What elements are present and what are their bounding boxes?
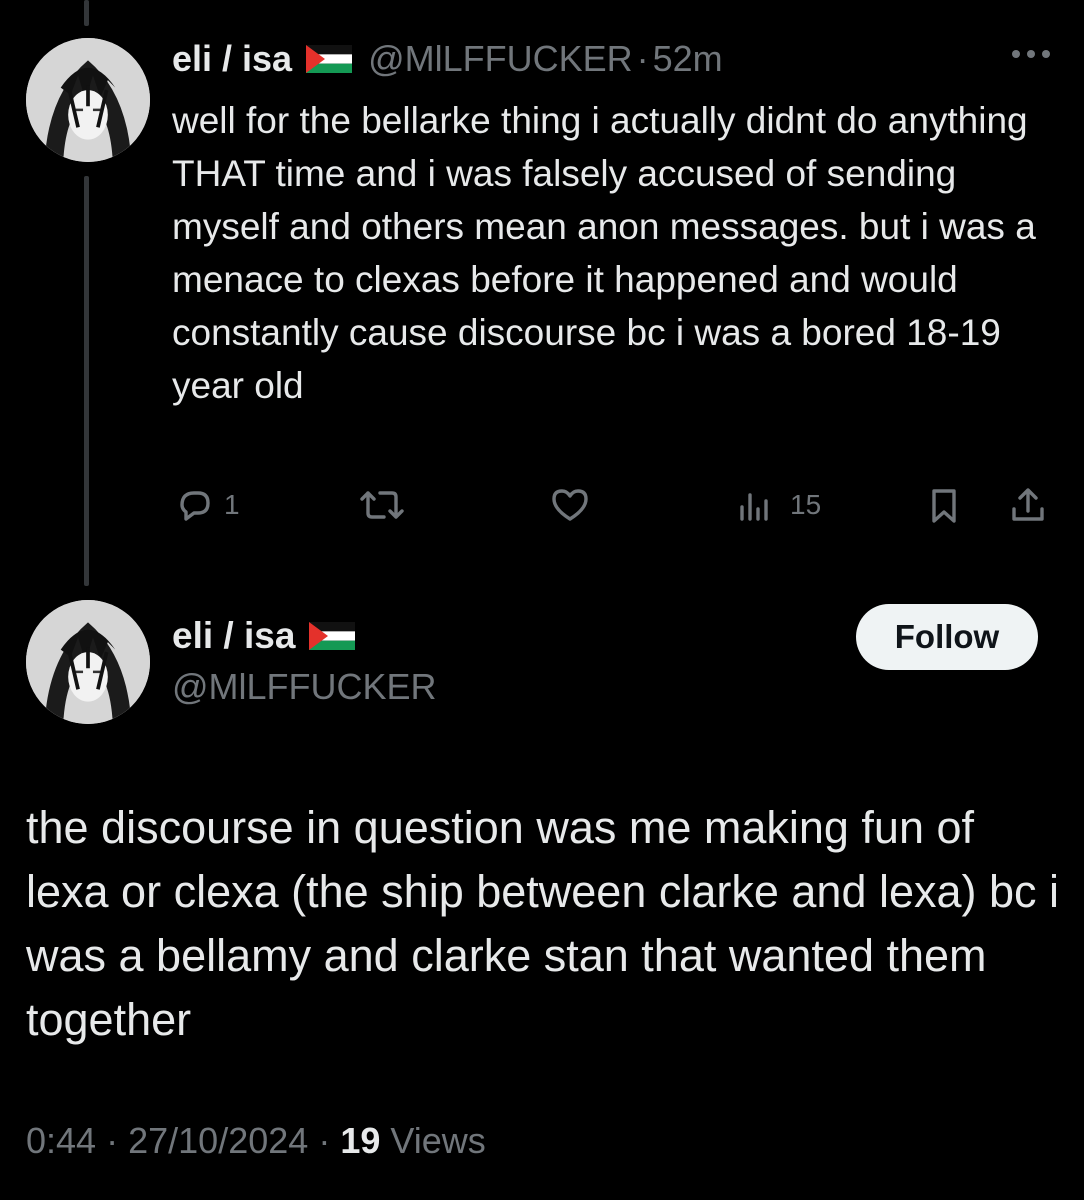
reply-button[interactable]: 1 [174, 485, 240, 525]
reply-time[interactable]: 52m [653, 38, 723, 80]
main-handle[interactable]: @MlLFFUCKER [172, 666, 437, 708]
reply-separator: · [636, 38, 649, 79]
reply-display-name[interactable]: eli / isa [172, 38, 292, 80]
analytics-icon [740, 493, 768, 521]
views-label: Views [390, 1120, 486, 1161]
main-tweet-text: the discourse in question was me making … [26, 802, 1060, 1045]
tweet-meta: 0:44 · 27/10/2024 · 19 Views [26, 1120, 486, 1162]
reply-avatar[interactable] [26, 38, 150, 162]
like-button[interactable] [548, 485, 592, 525]
reply-text: well for the bellarke thing i actually d… [172, 100, 1036, 406]
meta-separator: · [318, 1120, 331, 1161]
reply-handle[interactable]: @MlLFFUCKER [368, 38, 633, 80]
retweet-icon [360, 491, 404, 519]
palestine-flag-icon [306, 45, 353, 73]
main-display-name[interactable]: eli / isa [172, 615, 295, 657]
comment-icon [180, 491, 210, 521]
tweet-time[interactable]: 0:44 [26, 1120, 96, 1161]
thread-line-top [84, 0, 89, 26]
reply-views-count: 15 [790, 489, 822, 520]
retweet-button[interactable] [356, 485, 408, 525]
main-avatar[interactable] [26, 600, 150, 724]
views-button[interactable]: 15 [736, 485, 821, 525]
reply-action-bar: 1 15 [0, 485, 1084, 535]
reply-header: eli / isa @MlLFFUCKER · 52m [172, 38, 723, 80]
reply-count: 1 [224, 489, 240, 520]
main-name-row: eli / isa [172, 615, 371, 657]
share-button[interactable] [1008, 485, 1048, 525]
palestine-flag-icon [309, 622, 356, 650]
tweet-date[interactable]: 27/10/2024 [128, 1120, 308, 1161]
more-options-icon[interactable] [1012, 50, 1050, 58]
bookmark-icon [932, 489, 956, 523]
views-count[interactable]: 19 [340, 1120, 380, 1161]
share-icon [1012, 488, 1044, 521]
heart-icon [552, 489, 588, 521]
bookmark-button[interactable] [924, 485, 964, 525]
meta-separator: · [106, 1120, 119, 1161]
follow-button[interactable]: Follow [856, 604, 1038, 670]
